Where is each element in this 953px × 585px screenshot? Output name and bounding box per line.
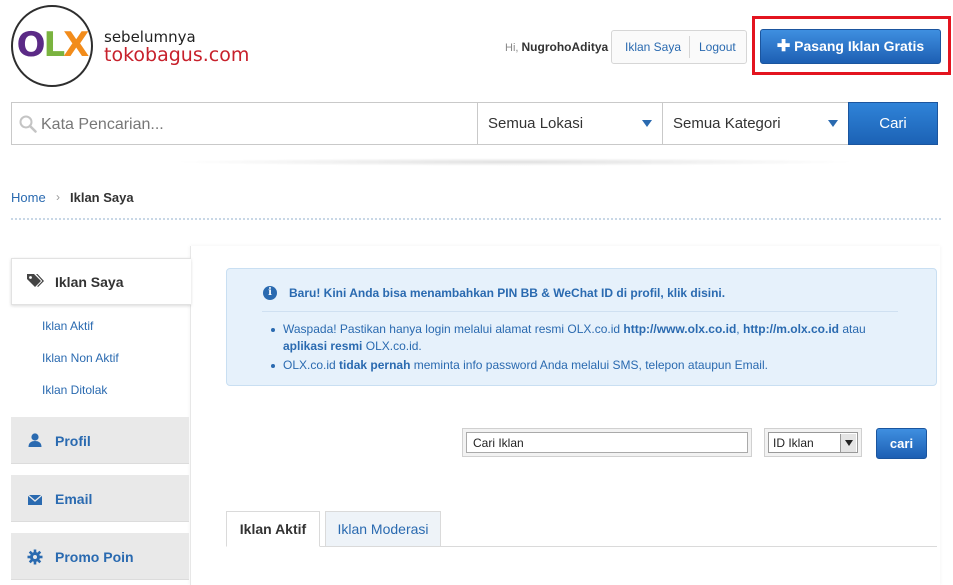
tagline-brand: tokobagus.com [104,44,250,66]
official-app-link[interactable]: aplikasi resmi [283,339,362,353]
chevron-down-icon [840,434,856,452]
notice-title-text: Baru! Kini Anda bisa menambahkan PIN BB … [289,286,664,300]
divider [262,311,898,312]
mobile-site-link[interactable]: http://m.olx.co.id [743,322,839,336]
breadcrumb-current: Iklan Saya [70,190,134,205]
notice-bullet: Waspada! Pastikan hanya login melalui al… [283,321,903,355]
sidebar-item-label: Promo Poin [55,549,134,565]
divider [11,218,941,220]
location-select[interactable]: Semua Lokasi [477,103,662,144]
account-links: Iklan Saya Logout [611,30,747,64]
notice-bullet: OLX.co.id tidak pernah meminta info pass… [283,357,903,374]
category-select-value: Semua Kategori [673,115,781,132]
notice-bullet-text: atau [842,322,866,336]
logout-link[interactable]: Logout [699,31,736,63]
sidebar-item-label: Iklan Saya [55,274,124,290]
sidebar-subitem-inactive-ads[interactable]: Iklan Non Aktif [42,351,119,365]
notice-title: Baru! Kini Anda bisa menambahkan PIN BB … [289,286,725,300]
ad-filter-select-value: ID Iklan [773,436,814,450]
notice-bullet-text: Waspada! Pastikan hanya login melalui al… [283,322,621,336]
ad-search-field: Cari Iklan [462,428,752,457]
search-input[interactable] [41,113,471,137]
notice-bullet-text: , [736,322,740,336]
notice-bullet-emphasis: tidak pernah [339,358,411,372]
bullet-dot [271,364,275,368]
info-icon: i [263,286,277,300]
official-site-link[interactable]: http://www.olx.co.id [623,322,736,336]
location-select-value: Semua Lokasi [488,115,584,132]
post-ad-button[interactable]: ✚ Pasang Iklan Gratis [760,29,941,64]
plus-icon: ✚ [776,38,791,55]
post-ad-label: Pasang Iklan Gratis [794,38,925,54]
category-select[interactable]: Semua Kategori [662,103,848,144]
sidebar-item-label: Profil [55,433,91,449]
breadcrumb-home[interactable]: Home [11,190,46,205]
ad-search-input[interactable]: Cari Iklan [466,432,748,453]
bullet-dot [271,328,275,332]
ad-search-button[interactable]: cari [876,428,927,459]
my-ads-link[interactable]: Iklan Saya [625,31,681,63]
notice-bullet-text: meminta info password Anda melalui SMS, … [413,358,768,372]
user-greeting: Hi, NugrohoAditya [505,40,608,54]
logo-letter-l: L [43,25,66,65]
tab-active-ads[interactable]: Iklan Aktif [226,511,320,547]
notice-title-link[interactable]: klik disini. [667,286,725,300]
divider-shadow [170,158,860,166]
envelope-icon [27,494,43,505]
breadcrumb-separator: › [56,190,60,204]
tab-moderation-ads[interactable]: Iklan Moderasi [325,511,441,547]
chevron-down-icon [828,120,838,127]
user-icon [28,433,42,447]
username: NugrohoAditya [521,40,609,54]
gear-icon [27,549,43,565]
logo-letter-x: X [63,25,89,65]
notice-bullet-text: OLX.co.id [283,358,336,372]
greeting-prefix: Hi, [505,42,519,54]
tags-icon [27,274,44,287]
search-button[interactable]: Cari [848,102,938,145]
olx-logo-text[interactable]: OLX [16,25,90,65]
chevron-down-icon [642,120,652,127]
divider [689,36,690,58]
search-icon [19,115,37,133]
sidebar-subitem-rejected-ads[interactable]: Iklan Ditolak [42,383,107,397]
sidebar-item-label: Email [55,491,93,507]
logo-letter-o: O [16,25,46,65]
ad-filter-select[interactable]: ID Iklan [768,432,858,453]
ad-filter-select-wrapper: ID Iklan [764,428,862,457]
notice-bullet-text: OLX.co.id. [365,339,422,353]
sidebar-subitem-active-ads[interactable]: Iklan Aktif [42,319,93,333]
